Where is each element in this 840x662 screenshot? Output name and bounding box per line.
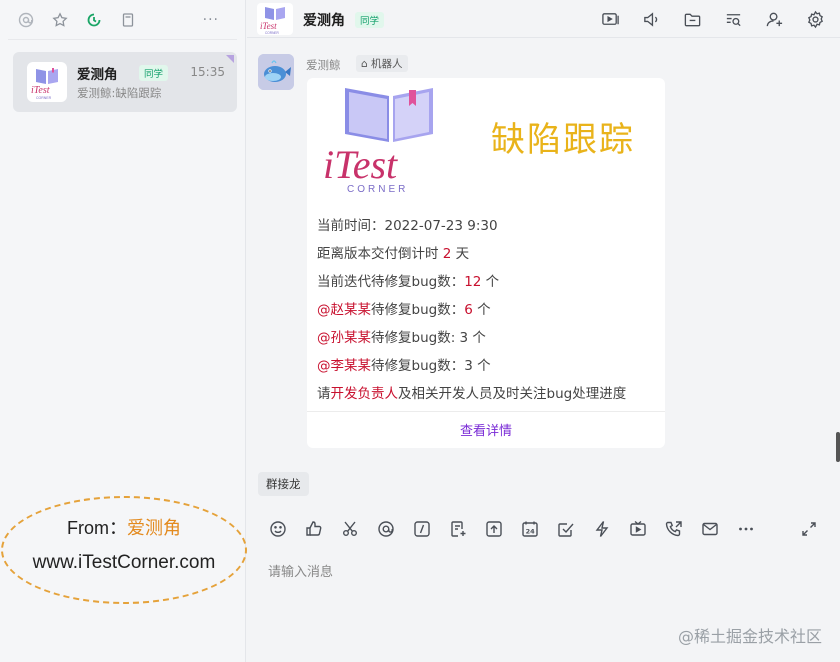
bookmark-icon[interactable] — [120, 12, 136, 28]
sidebar-toolbar: ··· — [8, 0, 237, 40]
iteration-value: 12 — [464, 274, 482, 290]
site-watermark: @稀土掘金技术社区 — [677, 627, 822, 646]
countdown-unit: 天 — [451, 246, 470, 262]
chat-list-item[interactable]: iTest CORNER 爱测角 同学 15:35 爱测鲸:缺陷跟踪 — [13, 52, 237, 112]
svg-text:iTest: iTest — [31, 85, 50, 96]
scissors-icon[interactable] — [339, 518, 361, 540]
sender-avatar[interactable] — [258, 54, 294, 90]
input-toolbar: 24 — [267, 518, 757, 540]
watermark-from-name: 爱测角 — [127, 518, 181, 538]
chat-header: iTest CORNER 爱测角 同学 — [247, 0, 840, 38]
request-highlight: 开发负责人 — [330, 386, 399, 402]
line-person-1: @赵某某待修复bug数：6 个 — [317, 296, 657, 324]
svg-text:CORNER: CORNER — [36, 96, 52, 100]
upload-icon[interactable] — [483, 518, 505, 540]
bot-tag: ⌂ 机器人 — [356, 55, 408, 72]
robot-icon: ⌂ — [361, 58, 368, 70]
svg-text:CORNER: CORNER — [265, 31, 280, 35]
scrollbar-thumb[interactable] — [836, 432, 840, 462]
mention-person-3[interactable]: @李某某 — [317, 358, 371, 374]
more-icon[interactable] — [735, 518, 757, 540]
iteration-label: 当前迭代待修复bug数： — [317, 274, 465, 290]
lightning-icon[interactable] — [591, 518, 613, 540]
chat-badge: 同学 — [139, 65, 169, 81]
person-3-label: 待修复bug数：3 个 — [371, 358, 491, 374]
mention-person-1[interactable]: @赵某某 — [317, 302, 371, 318]
header-group-avatar[interactable]: iTest CORNER — [257, 3, 293, 35]
view-details-link[interactable]: 查看详情 — [307, 420, 665, 439]
banner-logo-sub: CORNER — [347, 184, 408, 194]
mail-icon[interactable] — [699, 518, 721, 540]
card-body: 当前时间：2022-07-23 9:30 距离版本交付倒计时 2 天 当前迭代待… — [317, 212, 657, 408]
emoji-icon[interactable] — [267, 518, 289, 540]
chat-preview: 爱测鲸:缺陷跟踪 — [77, 86, 162, 100]
message-input[interactable]: 请输入消息 — [268, 561, 333, 580]
settings-icon[interactable] — [804, 8, 826, 30]
watermark-url: www.iTestCorner.com — [32, 552, 216, 573]
chat-title-badge: 同学 — [355, 12, 385, 28]
phone-icon[interactable] — [663, 518, 685, 540]
chat-pane: iTest CORNER 爱测角 同学 爱测鲸 ⌂ 机器人 iTest CORN… — [247, 0, 840, 662]
thumbs-up-icon[interactable] — [303, 518, 325, 540]
bot-tag-label: 机器人 — [371, 58, 403, 70]
book-logo-icon: iTest CORNER — [323, 88, 433, 194]
line-countdown: 距离版本交付倒计时 2 天 — [317, 240, 657, 268]
mention-person-2[interactable]: @孙某某 — [317, 330, 371, 346]
chat-time: 15:35 — [190, 65, 225, 79]
screen-share-icon[interactable] — [599, 8, 621, 30]
request-prefix: 请 — [317, 386, 331, 402]
folder-icon[interactable] — [681, 8, 703, 30]
calendar-24-icon[interactable]: 24 — [519, 518, 541, 540]
svg-text:24: 24 — [526, 527, 536, 535]
at-icon[interactable] — [18, 12, 34, 28]
person-1-value: 6 — [464, 302, 473, 318]
iteration-unit: 个 — [481, 274, 500, 290]
countdown-label: 距离版本交付倒计时 — [317, 246, 443, 262]
unread-corner-marker — [226, 55, 234, 63]
announcement-icon[interactable] — [640, 8, 662, 30]
group-solitaire-button[interactable]: 群接龙 — [258, 472, 309, 496]
group-avatar: iTest CORNER — [27, 62, 67, 102]
sidebar: ··· iTest CORNER 爱测角 同学 15:35 爱测鲸:缺陷跟踪 F… — [0, 0, 247, 662]
person-1-label: 待修复bug数： — [371, 302, 465, 318]
star-icon[interactable] — [52, 11, 68, 28]
watermark-dashed-oval — [1, 496, 247, 604]
svg-text:iTest: iTest — [260, 21, 277, 31]
card-banner: iTest CORNER 缺陷跟踪 — [317, 84, 655, 194]
chat-name: 爱测角 — [77, 67, 118, 83]
line-request: 请开发负责人及相关开发人员及时关注bug处理进度 — [317, 380, 657, 408]
card-divider — [307, 411, 665, 412]
request-suffix: 及相关开发人员及时关注bug处理进度 — [398, 386, 627, 402]
checkbox-icon[interactable] — [555, 518, 577, 540]
watermark-from-label: From： — [67, 518, 127, 538]
person-1-unit: 个 — [472, 302, 491, 318]
person-2-label: 待修复bug数: 3 个 — [371, 330, 486, 346]
sender-name: 爱测鲸 — [306, 58, 341, 72]
message-card: iTest CORNER 缺陷跟踪 当前时间：2022-07-23 9:30 距… — [307, 78, 665, 448]
more-icon[interactable]: ··· — [203, 12, 219, 28]
source-watermark: From：爱测角 www.iTestCorner.com — [1, 496, 247, 604]
line-person-2: @孙某某待修复bug数: 3 个 — [317, 324, 657, 352]
clock-icon[interactable] — [86, 12, 102, 28]
line-current-time: 当前时间：2022-07-23 9:30 — [317, 212, 657, 240]
mention-icon[interactable] — [375, 518, 397, 540]
line-person-3: @李某某待修复bug数：3 个 — [317, 352, 657, 380]
banner-title: 缺陷跟踪 — [491, 120, 635, 160]
add-member-icon[interactable] — [763, 8, 785, 30]
doc-add-icon[interactable] — [447, 518, 469, 540]
banner-logo-text: iTest — [323, 142, 398, 187]
chat-title: 爱测角 — [303, 13, 345, 29]
video-icon[interactable] — [627, 518, 649, 540]
header-actions — [599, 8, 826, 30]
time-label: 当前时间： — [317, 218, 385, 234]
slash-command-icon[interactable] — [411, 518, 433, 540]
search-history-icon[interactable] — [722, 8, 744, 30]
expand-icon[interactable] — [798, 518, 820, 540]
line-iteration-bugs: 当前迭代待修复bug数：12 个 — [317, 268, 657, 296]
time-value: 2022-07-23 9:30 — [384, 218, 498, 234]
